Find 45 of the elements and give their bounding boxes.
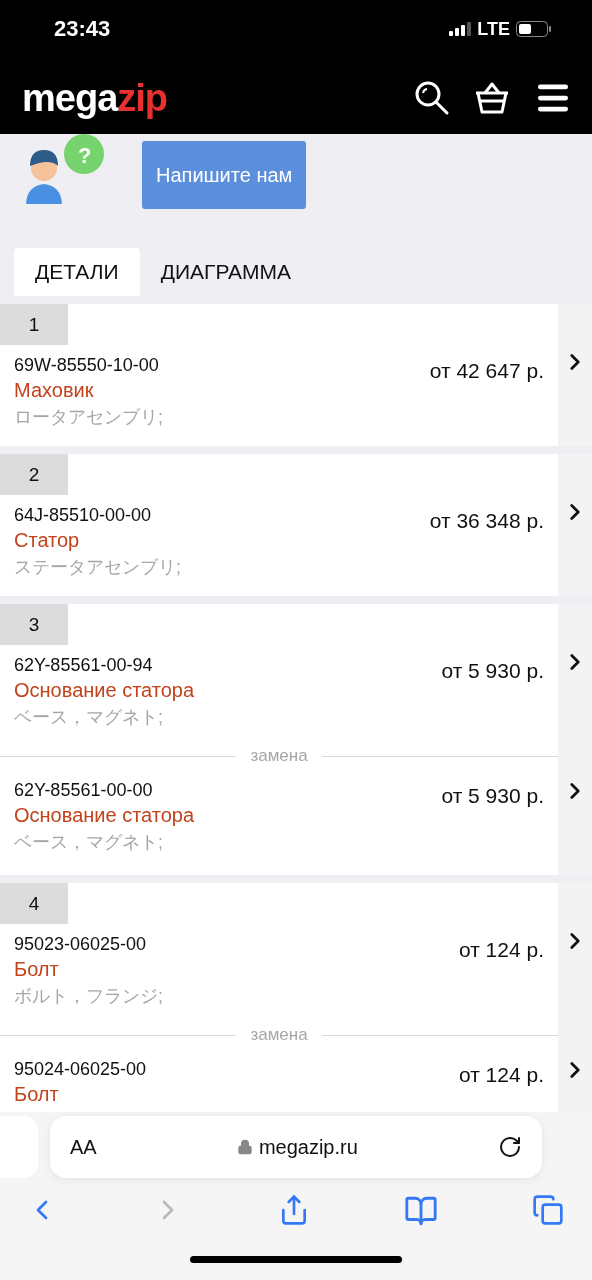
tab[interactable]: ДИАГРАММА bbox=[139, 248, 312, 296]
address-bar[interactable]: AA megazip.ru bbox=[50, 1116, 542, 1178]
tab[interactable]: ДЕТАЛИ bbox=[14, 248, 140, 296]
signal-icon bbox=[449, 22, 472, 36]
text-size-button[interactable]: AA bbox=[70, 1135, 97, 1159]
part-price: от 36 348 р. bbox=[429, 509, 544, 534]
part-number: 95024-06025-00 bbox=[14, 1059, 148, 1080]
part-price: от 5 930 р. bbox=[441, 784, 544, 809]
part-description: ボルト，フランジ; bbox=[14, 985, 164, 1008]
part-name[interactable]: Основание статора bbox=[14, 804, 442, 827]
lock-icon bbox=[236, 1139, 253, 1155]
part-description: ステータアセンブリ; bbox=[14, 556, 182, 579]
part-number: 62Y-85561-00-94 bbox=[14, 655, 154, 676]
part-name[interactable]: Болт bbox=[14, 1083, 459, 1106]
position-number: 2 bbox=[0, 454, 68, 495]
write-us-button[interactable]: Напишите нам bbox=[142, 141, 307, 209]
url-text: megazip.ru bbox=[258, 1135, 358, 1159]
part-name[interactable]: Статор bbox=[14, 529, 430, 552]
part-price: от 5 930 р. bbox=[441, 659, 544, 684]
part-name[interactable]: Болт bbox=[14, 958, 459, 981]
part-price: от 124 р. bbox=[458, 1063, 544, 1088]
part-description: ロータアセンブリ; bbox=[14, 406, 164, 429]
part-description: ベース，マグネト; bbox=[14, 706, 164, 729]
position-number: 1 bbox=[0, 304, 68, 345]
part-name[interactable]: Основание статора bbox=[14, 679, 442, 702]
tabs-icon[interactable] bbox=[532, 1194, 564, 1226]
replacement-label: замена bbox=[250, 746, 308, 766]
part-number: 95023-06025-00 bbox=[14, 934, 148, 955]
part-name[interactable]: Маховик bbox=[14, 379, 430, 402]
reload-icon[interactable] bbox=[498, 1135, 522, 1159]
part-number: 62Y-85561-00-00 bbox=[14, 780, 154, 801]
part-number: 69W-85550-10-00 bbox=[14, 355, 160, 376]
part-number: 64J-85510-00-00 bbox=[14, 505, 153, 526]
part-description: ベース，マグネト; bbox=[14, 831, 164, 854]
replacement-label: замена bbox=[250, 1025, 308, 1045]
basket-icon[interactable] bbox=[474, 81, 510, 115]
search-icon[interactable] bbox=[414, 80, 450, 116]
position-number: 4 bbox=[0, 883, 68, 924]
battery-icon bbox=[516, 21, 552, 37]
part-price: от 124 р. bbox=[458, 938, 544, 963]
book-icon[interactable] bbox=[404, 1194, 438, 1228]
clock-time: 23:43 bbox=[54, 16, 111, 42]
network-label: LTE bbox=[477, 18, 510, 40]
position-number: 3 bbox=[0, 604, 68, 645]
part-price: от 42 647 р. bbox=[429, 359, 544, 384]
